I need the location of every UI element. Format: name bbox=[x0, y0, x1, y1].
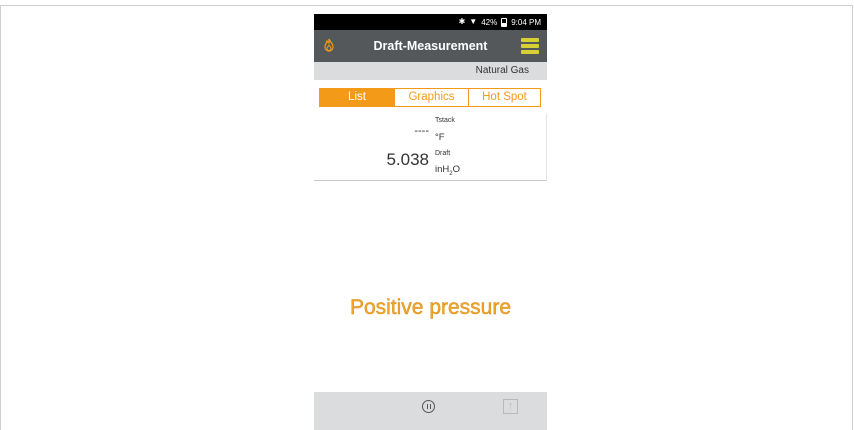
device-screen: ✱ ▼ 42% 9:04 PM Draft-Measurement Natura… bbox=[314, 14, 547, 430]
fuel-type: Natural Gas bbox=[314, 62, 547, 80]
title-bar: Draft-Measurement bbox=[314, 30, 547, 62]
draft-value: 5.038 bbox=[386, 150, 429, 169]
battery-percent: 42% bbox=[481, 17, 498, 27]
upload-icon[interactable]: ↑ bbox=[503, 399, 518, 414]
draft-unit: inH2O bbox=[435, 164, 460, 177]
view-tabs: List Graphics Hot Spot bbox=[319, 88, 541, 107]
draft-label: Draft bbox=[435, 150, 451, 157]
status-bar: ✱ ▼ 42% 9:04 PM bbox=[314, 14, 547, 30]
tab-list[interactable]: List bbox=[320, 89, 394, 106]
wifi-icon: ▼ bbox=[469, 17, 478, 26]
bluetooth-icon: ✱ bbox=[458, 17, 466, 26]
pause-icon[interactable] bbox=[422, 400, 435, 413]
bottom-toolbar: ↑ bbox=[314, 392, 547, 430]
page-title: Draft-Measurement bbox=[373, 39, 488, 53]
tstack-unit: °F bbox=[435, 132, 445, 143]
readings-list: ---- Tstack °F 5.038 Draft inH2O bbox=[314, 114, 547, 181]
pressure-message: Positive pressure bbox=[349, 296, 512, 319]
menu-icon[interactable] bbox=[521, 38, 539, 54]
tab-hot-spot[interactable]: Hot Spot bbox=[468, 89, 540, 106]
tstack-value: ---- bbox=[414, 125, 429, 137]
battery-icon bbox=[501, 17, 508, 27]
clock: 9:04 PM bbox=[511, 17, 541, 27]
tstack-label: Tstack bbox=[435, 117, 455, 124]
tab-graphics[interactable]: Graphics bbox=[394, 89, 468, 106]
